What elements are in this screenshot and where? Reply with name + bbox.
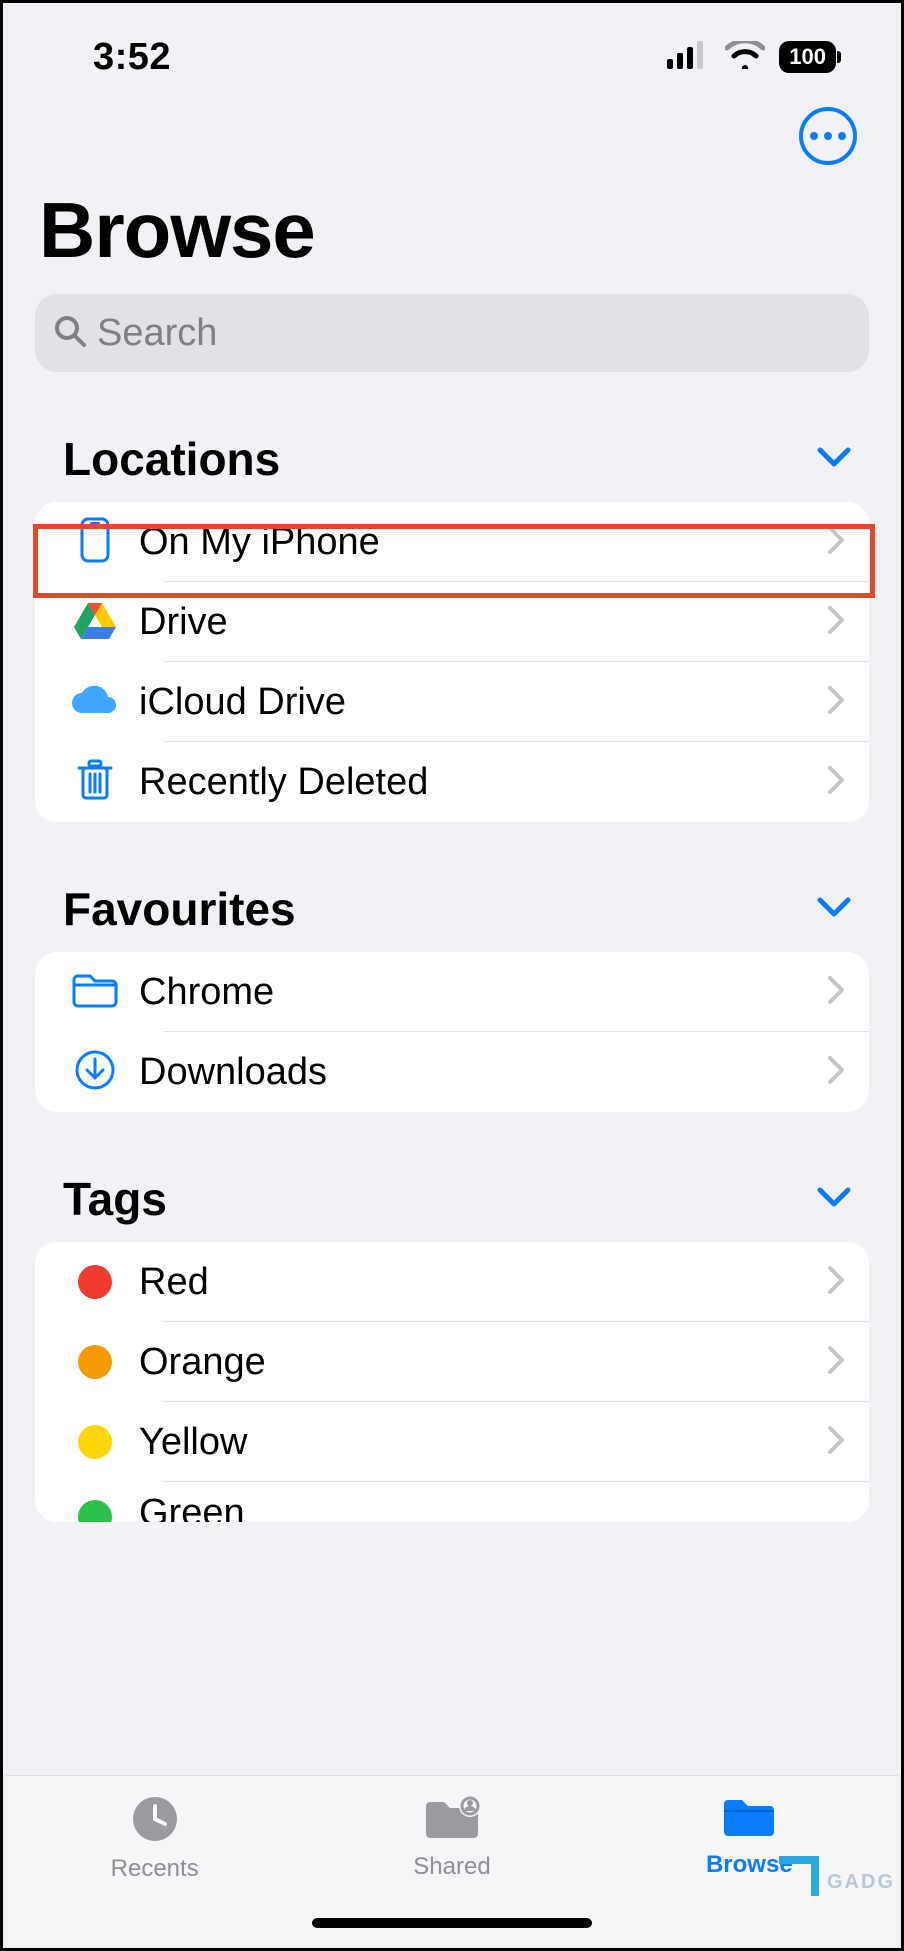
search-placeholder: Search [97,312,217,355]
wifi-icon [725,41,765,74]
row-label: Drive [131,601,827,644]
tag-row-green[interactable]: Green [35,1482,869,1522]
cellular-signal-icon [667,41,711,74]
shared-folder-icon [422,1794,482,1847]
folder-filled-icon [720,1794,778,1845]
section-title-favourites: Favourites [63,882,296,936]
chevron-right-icon [827,1345,845,1380]
iphone-icon [80,517,110,568]
tag-color-dot [78,1500,112,1522]
status-bar: 3:52 100 [3,3,901,83]
location-row-drive[interactable]: Drive [35,582,869,662]
search-input[interactable]: Search [35,294,869,372]
tab-label: Shared [413,1853,490,1881]
tags-list: Red Orange Yellow Green [35,1242,869,1522]
tag-row-orange[interactable]: Orange [35,1322,869,1402]
watermark: GADG [779,1848,895,1894]
row-label: Yellow [131,1421,827,1464]
tag-color-dot [78,1265,112,1299]
chevron-right-icon [827,975,845,1010]
folder-icon [71,971,119,1014]
tag-row-yellow[interactable]: Yellow [35,1402,869,1482]
battery-icon: 100 [779,41,841,73]
chevron-right-icon [827,1055,845,1090]
row-label: Orange [131,1341,827,1384]
tag-row-red[interactable]: Red [35,1242,869,1322]
tab-recents[interactable]: Recents [6,1794,303,1883]
section-title-tags: Tags [63,1172,167,1226]
row-label: On My iPhone [131,521,827,564]
search-icon [53,314,87,353]
row-label: Recently Deleted [131,761,827,804]
more-options-button[interactable] [799,107,857,165]
tag-color-dot [78,1345,112,1379]
clock-icon [130,1794,180,1849]
locations-list: On My iPhone Drive iC [35,502,869,822]
google-drive-icon [74,601,116,644]
chevron-right-icon [827,1265,845,1300]
tab-shared[interactable]: Shared [303,1794,600,1881]
ellipsis-icon [810,132,846,140]
location-row-icloud-drive[interactable]: iCloud Drive [35,662,869,742]
row-label: iCloud Drive [131,681,827,724]
chevron-down-icon[interactable] [817,446,851,473]
home-indicator [312,1918,592,1928]
chevron-down-icon[interactable] [817,1186,851,1213]
chevron-right-icon [827,605,845,640]
chevron-right-icon [827,1425,845,1460]
row-label: Downloads [131,1051,827,1094]
chevron-right-icon [827,765,845,800]
row-label: Green [131,1492,845,1522]
favourite-row-downloads[interactable]: Downloads [35,1032,869,1112]
tab-label: Recents [111,1855,199,1883]
page-title: Browse [3,173,901,294]
favourites-list: Chrome Downloads [35,952,869,1112]
location-row-recently-deleted[interactable]: Recently Deleted [35,742,869,822]
chevron-right-icon [827,525,845,560]
chevron-down-icon[interactable] [817,896,851,923]
favourite-row-chrome[interactable]: Chrome [35,952,869,1032]
row-label: Chrome [131,971,827,1014]
status-time: 3:52 [93,36,171,79]
chevron-right-icon [827,685,845,720]
trash-icon [76,758,114,807]
icloud-icon [70,683,120,722]
tag-color-dot [78,1425,112,1459]
location-row-on-my-iphone[interactable]: On My iPhone [35,502,869,582]
download-circle-icon [74,1049,116,1096]
row-label: Red [131,1261,827,1304]
section-title-locations: Locations [63,432,280,486]
